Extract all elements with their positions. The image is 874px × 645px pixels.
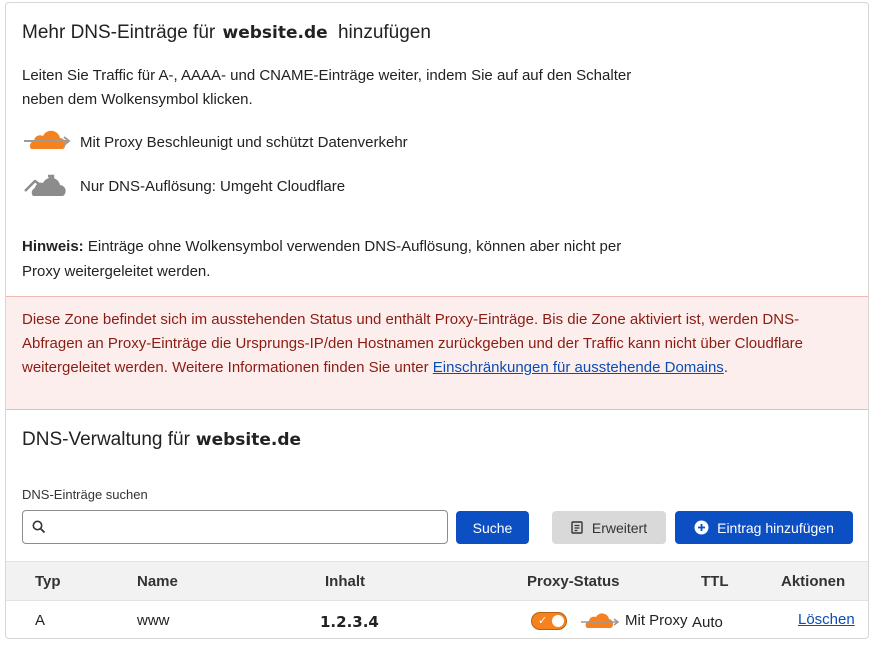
gray-cloud-dns-only-icon [22, 171, 80, 201]
col-proxy-status: Proxy-Status [527, 573, 620, 590]
advanced-label: Erweitert [591, 519, 648, 536]
col-ttl: TTL [701, 573, 729, 590]
toggle-knob [552, 615, 564, 627]
title-prefix: Mehr DNS-Einträge für [22, 22, 216, 43]
table-header: Typ Name Inhalt Proxy-Status TTL Aktione… [6, 561, 868, 601]
search-label: DNS-Einträge suchen [22, 487, 148, 502]
search-icon [32, 520, 46, 534]
cell-type: A [35, 612, 46, 629]
cell-name: www [137, 612, 170, 629]
legend-dns-only: Nur DNS-Auflösung: Umgeht Cloudflare [22, 171, 345, 201]
add-record-button[interactable]: Eintrag hinzufügen [675, 511, 853, 544]
search-field[interactable] [22, 510, 448, 544]
orange-cloud-proxied-icon [22, 127, 80, 157]
alert-text-block: Diese Zone befindet sich im ausstehenden… [22, 308, 852, 380]
add-record-label: Eintrag hinzufügen [717, 519, 834, 536]
search-button[interactable]: Suche [456, 511, 529, 544]
title-suffix: hinzufügen [337, 22, 431, 43]
proxy-toggle[interactable]: ✓ [531, 612, 567, 630]
orange-cloud-icon [581, 613, 619, 628]
cell-content: 1.2.3.4 [320, 613, 379, 631]
intro-text: Leiten Sie Traffic für A-, AAAA- und CNA… [22, 67, 632, 108]
hint-note: Hinweis: Einträge ohne Wolkensymbol verw… [22, 234, 662, 284]
check-icon: ✓ [538, 614, 548, 627]
hint-text: Einträge ohne Wolkensymbol verwenden DNS… [22, 238, 622, 280]
advanced-button[interactable]: Erweitert [552, 511, 666, 544]
col-type: Typ [35, 573, 61, 590]
legend-dns-only-text: Nur DNS-Auflösung: Umgeht Cloudflare [80, 177, 346, 195]
dns-management-title: DNS-Verwaltung für website.de [22, 429, 301, 451]
page-title: Mehr DNS-Einträge für website.de hinzufü… [22, 22, 431, 44]
cell-ttl: Auto [692, 614, 723, 631]
delete-link[interactable]: Löschen [798, 611, 855, 628]
search-input[interactable] [53, 513, 443, 541]
col-actions: Aktionen [781, 573, 846, 590]
dns-management-label: DNS-Verwaltung für [22, 429, 190, 450]
plus-circle-icon [694, 520, 709, 535]
dns-management-domain: website.de [195, 430, 302, 450]
cell-proxy-status: Mit Proxy [625, 612, 688, 629]
dns-records-card: Mehr DNS-Einträge für website.de hinzufü… [5, 2, 869, 639]
title-domain: website.de [222, 23, 328, 43]
alert-suffix: . [723, 359, 728, 376]
col-name: Name [137, 573, 178, 590]
pending-domains-link[interactable]: Einschränkungen für ausstehende Domains [433, 359, 724, 376]
legend-proxied-text: Mit Proxy Beschleunigt und schützt Daten… [80, 133, 408, 151]
table-row: A www 1.2.3.4 ✓ Mit Proxy Auto Löschen [6, 601, 868, 638]
col-content: Inhalt [325, 573, 365, 590]
hint-label: Hinweis: [22, 238, 84, 255]
document-icon [571, 521, 583, 534]
legend-proxied: Mit Proxy Beschleunigt und schützt Daten… [22, 127, 408, 157]
pending-zone-alert: Diese Zone befindet sich im ausstehenden… [6, 296, 868, 410]
